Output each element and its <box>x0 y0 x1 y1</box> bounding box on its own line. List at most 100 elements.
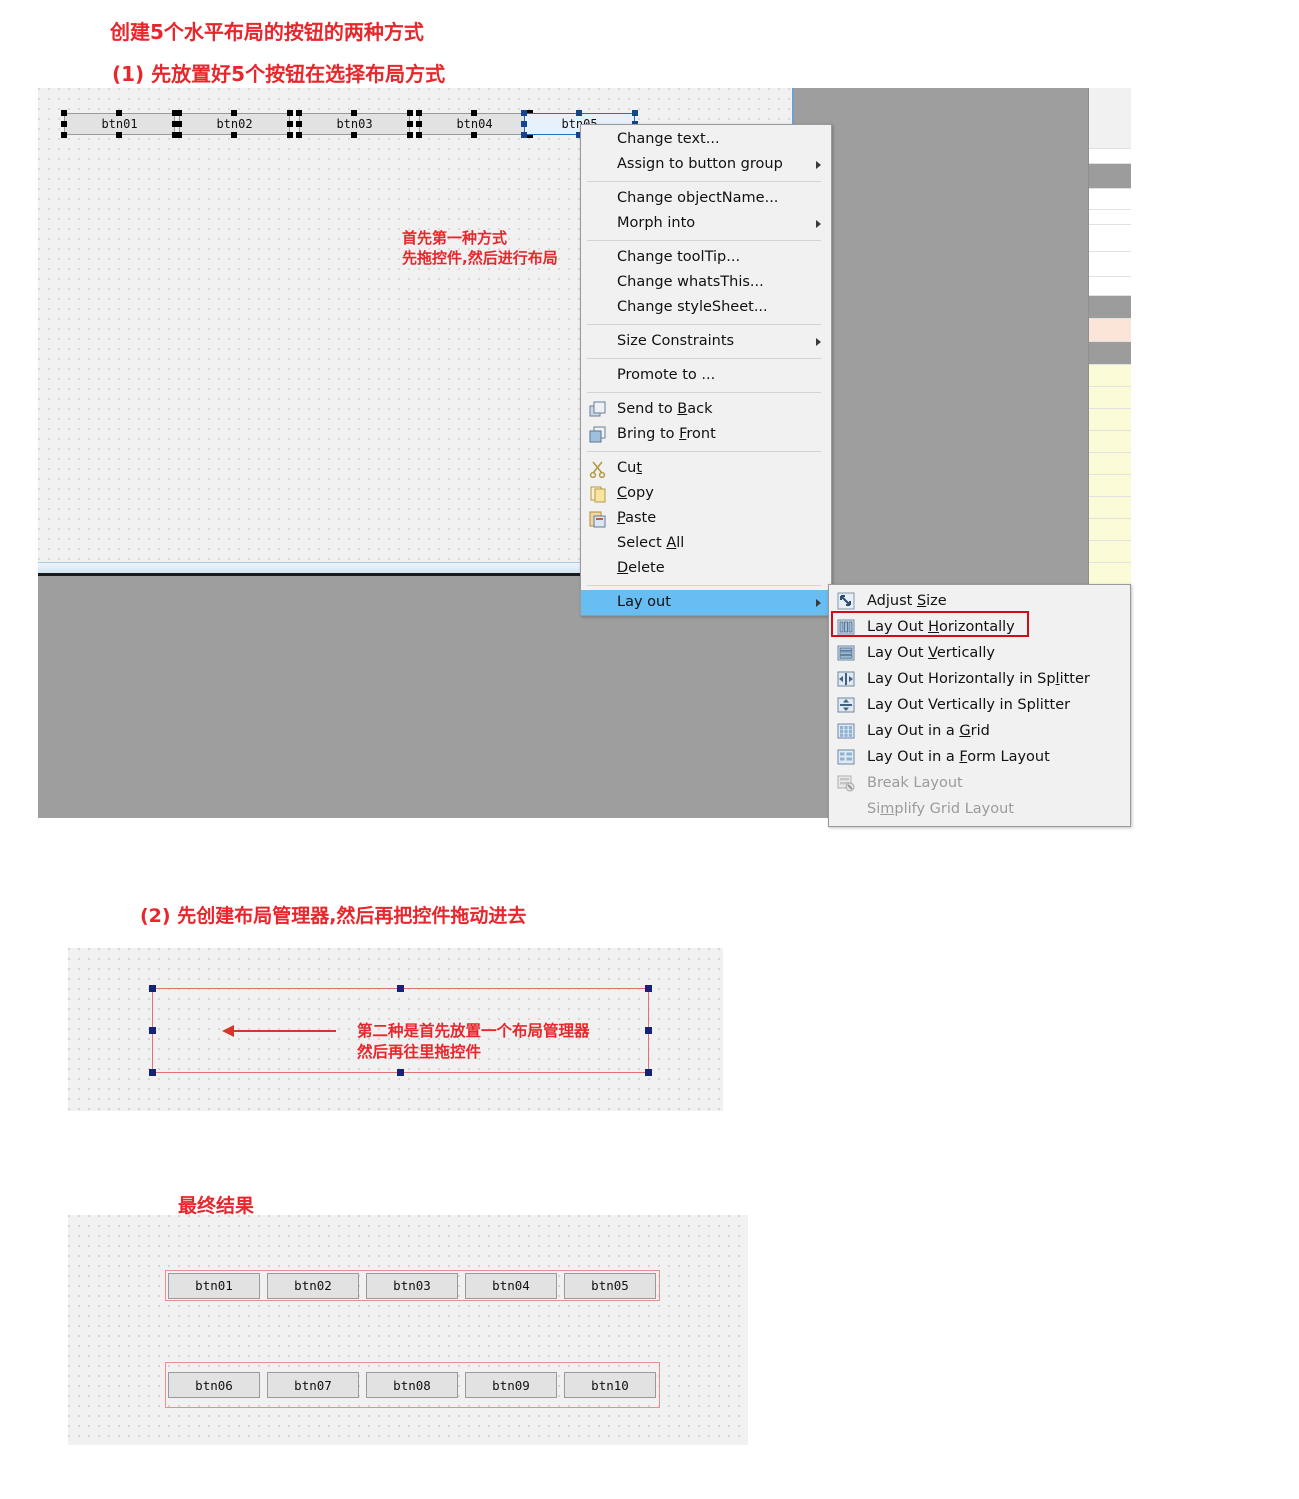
menu-item-change-stylesheet[interactable]: Change styleSheet... <box>581 295 831 320</box>
submenu-item-label: Lay Out in a Form Layout <box>867 749 1050 765</box>
property-row <box>1089 252 1131 277</box>
final-button-btn03[interactable]: btn03 <box>366 1272 458 1299</box>
selection-handle[interactable] <box>116 132 122 138</box>
final-button-btn01[interactable]: btn01 <box>168 1272 260 1299</box>
final-button-btn04[interactable]: btn04 <box>465 1272 557 1299</box>
submenu-item-lay-out-vertically-in-splitter[interactable]: Lay Out Vertically in Splitter <box>829 692 1130 718</box>
method2-annotation: 第二种是首先放置一个布局管理器 然后再往里拖控件 <box>357 1022 590 1061</box>
menu-item-morph-into[interactable]: Morph into <box>581 211 831 236</box>
property-row <box>1089 563 1131 585</box>
selection-handle[interactable] <box>296 121 302 127</box>
selection-handle[interactable] <box>287 132 293 138</box>
submenu-item-adjust-size[interactable]: Adjust Size <box>829 588 1130 614</box>
designer-button-label: btn02 <box>216 117 253 131</box>
selection-handle[interactable] <box>61 121 67 127</box>
widget-context-menu[interactable]: Change text... Assign to button group Ch… <box>580 124 832 616</box>
send-to-back-icon <box>589 401 607 419</box>
menu-item-cut[interactable]: Cut <box>581 456 831 481</box>
menu-item-change-whatsthis[interactable]: Change whatsThis... <box>581 270 831 295</box>
final-button-btn02[interactable]: btn02 <box>267 1272 359 1299</box>
layout-handle[interactable] <box>149 1069 156 1076</box>
menu-item-assign-to-button-group[interactable]: Assign to button group <box>581 152 831 177</box>
selection-handle[interactable] <box>416 110 422 116</box>
submenu-item-lay-out-in-a-form-layout[interactable]: Lay Out in a Form Layout <box>829 744 1130 770</box>
property-row <box>1089 541 1131 563</box>
layout-handle[interactable] <box>645 1027 652 1034</box>
selection-handle[interactable] <box>287 121 293 127</box>
selection-handle-active[interactable] <box>632 110 638 116</box>
selection-handle[interactable] <box>296 132 302 138</box>
selection-handle[interactable] <box>471 132 477 138</box>
final-layout-row-2[interactable]: btn06 btn07 btn08 btn09 btn10 <box>165 1362 660 1408</box>
submenu-item-lay-out-in-a-grid[interactable]: Lay Out in a Grid <box>829 718 1130 744</box>
selection-handle-active[interactable] <box>576 110 582 116</box>
selection-handle[interactable] <box>176 121 182 127</box>
selection-handle-active[interactable] <box>521 121 527 127</box>
designer-button-label: btn03 <box>336 117 373 131</box>
selection-handle[interactable] <box>61 110 67 116</box>
selection-handle[interactable] <box>416 132 422 138</box>
layout-handle[interactable] <box>149 1027 156 1034</box>
property-row <box>1089 225 1131 252</box>
selection-handle[interactable] <box>287 110 293 116</box>
menu-item-size-constraints[interactable]: Size Constraints <box>581 329 831 354</box>
menu-item-change-text[interactable]: Change text... <box>581 127 831 152</box>
selection-handle[interactable] <box>176 132 182 138</box>
menu-item-copy[interactable]: Copy <box>581 481 831 506</box>
final-button-btn07[interactable]: btn07 <box>267 1372 359 1398</box>
final-button-btn05[interactable]: btn05 <box>564 1272 656 1299</box>
selection-handle[interactable] <box>351 110 357 116</box>
section3-canvas[interactable] <box>68 1215 748 1445</box>
selection-handle[interactable] <box>231 132 237 138</box>
final-button-btn06[interactable]: btn06 <box>168 1372 260 1398</box>
property-row <box>1089 149 1131 164</box>
chevron-right-icon <box>816 160 821 169</box>
selection-handle[interactable] <box>416 121 422 127</box>
submenu-item-label: Adjust Size <box>867 593 947 609</box>
selection-handle[interactable] <box>176 110 182 116</box>
selection-handle-active[interactable] <box>521 110 527 116</box>
menu-item-change-objectname[interactable]: Change objectName... <box>581 186 831 211</box>
final-button-btn10[interactable]: btn10 <box>564 1372 656 1398</box>
selection-handle[interactable] <box>116 110 122 116</box>
selection-handle[interactable] <box>407 110 413 116</box>
selection-handle[interactable] <box>407 121 413 127</box>
lay-out-vertically-icon <box>837 644 855 662</box>
layout-handle[interactable] <box>397 985 404 992</box>
layout-handle[interactable] <box>645 985 652 992</box>
menu-item-delete[interactable]: Delete <box>581 556 831 581</box>
menu-item-send-to-back[interactable]: Send to Back <box>581 397 831 422</box>
submenu-item-break-layout: Break Layout <box>829 770 1130 796</box>
final-button-btn08[interactable]: btn08 <box>366 1372 458 1398</box>
submenu-item-lay-out-horizontally-in-splitter[interactable]: Lay Out Horizontally in Splitter <box>829 666 1130 692</box>
selection-handle[interactable] <box>407 132 413 138</box>
selection-handle[interactable] <box>351 132 357 138</box>
submenu-item-simplify-grid-layout: Simplify Grid Layout <box>829 796 1130 822</box>
selection-handle[interactable] <box>296 110 302 116</box>
layout-handle[interactable] <box>397 1069 404 1076</box>
layout-submenu[interactable]: Adjust Size Lay Out Horizontally Lay Out… <box>828 584 1131 827</box>
selection-handle[interactable] <box>471 110 477 116</box>
break-layout-icon <box>837 774 855 792</box>
selection-handle[interactable] <box>231 110 237 116</box>
submenu-item-lay-out-horizontally[interactable]: Lay Out Horizontally <box>829 614 1130 640</box>
menu-item-change-tooltip[interactable]: Change toolTip... <box>581 245 831 270</box>
menu-item-bring-to-front[interactable]: Bring to Front <box>581 422 831 447</box>
final-layout-row-1[interactable]: btn01 btn02 btn03 btn04 btn05 <box>165 1270 660 1301</box>
menu-item-promote-to[interactable]: Promote to ... <box>581 363 831 388</box>
selection-handle-active[interactable] <box>521 132 527 138</box>
menu-item-paste[interactable]: Paste <box>581 506 831 531</box>
layout-handle[interactable] <box>645 1069 652 1076</box>
final-button-label: btn08 <box>393 1377 431 1393</box>
menu-item-label: Cut <box>617 460 643 476</box>
selection-handle[interactable] <box>61 132 67 138</box>
menu-item-lay-out[interactable]: Lay out <box>581 590 831 615</box>
final-button-btn09[interactable]: btn09 <box>465 1372 557 1398</box>
submenu-item-lay-out-vertically[interactable]: Lay Out Vertically <box>829 640 1130 666</box>
menu-item-select-all[interactable]: Select All <box>581 531 831 556</box>
page-title: 创建5个水平布局的按钮的两种方式 <box>110 20 424 44</box>
property-row <box>1089 409 1131 431</box>
layout-handle[interactable] <box>149 985 156 992</box>
h-splitter-icon <box>837 670 855 688</box>
submenu-item-label: Lay Out Vertically in Splitter <box>867 697 1071 713</box>
